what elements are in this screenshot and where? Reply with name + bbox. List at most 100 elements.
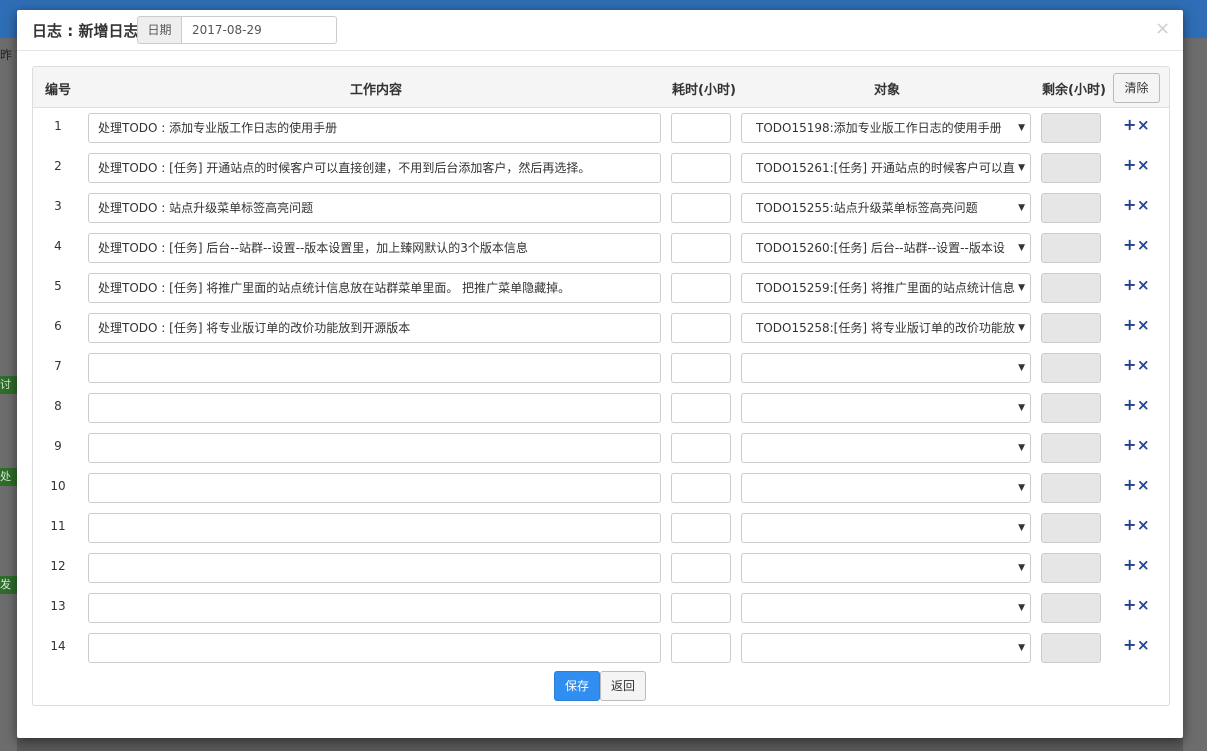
hours-input[interactable] xyxy=(671,433,731,463)
caret-down-icon: ▼ xyxy=(1018,563,1025,573)
row-number: 6 xyxy=(54,319,62,333)
hours-input[interactable] xyxy=(671,513,731,543)
work-content-input[interactable] xyxy=(88,513,661,543)
hours-input[interactable] xyxy=(671,553,731,583)
hours-input[interactable] xyxy=(671,313,731,343)
table-row: 8 ▼ + × xyxy=(33,387,1169,427)
target-select[interactable]: TODO15198:添加专业版工作日志的使用手册 ▼ xyxy=(741,113,1031,143)
target-select[interactable]: ▼ xyxy=(741,593,1031,623)
clear-button[interactable]: 清除 xyxy=(1113,73,1160,103)
work-content-input[interactable] xyxy=(88,433,661,463)
remaining-hours-field xyxy=(1041,393,1101,423)
work-content-input[interactable] xyxy=(88,633,661,663)
work-content-input[interactable]: 处理TODO : [任务] 后台--站群--设置--版本设置里，加上臻网默认的3… xyxy=(88,233,661,263)
hours-input[interactable] xyxy=(671,353,731,383)
caret-down-icon: ▼ xyxy=(1018,523,1025,533)
hours-input[interactable] xyxy=(671,393,731,423)
add-row-icon[interactable]: + xyxy=(1123,316,1136,334)
remaining-hours-field xyxy=(1041,553,1101,583)
target-select[interactable]: TODO15258:[任务] 将专业版订单的改价功能放 ▼ xyxy=(741,313,1031,343)
hours-input[interactable] xyxy=(671,233,731,263)
add-row-icon[interactable]: + xyxy=(1123,556,1136,574)
remove-row-icon[interactable]: × xyxy=(1137,476,1150,494)
caret-down-icon: ▼ xyxy=(1018,443,1025,453)
target-select[interactable]: ▼ xyxy=(741,513,1031,543)
table-row: 2 处理TODO : [任务] 开通站点的时候客户可以直接创建，不用到后台添加客户… xyxy=(33,147,1169,187)
add-row-icon[interactable]: + xyxy=(1123,276,1136,294)
row-number: 9 xyxy=(54,439,62,453)
background-right-strip xyxy=(1183,38,1207,751)
target-select[interactable]: ▼ xyxy=(741,393,1031,423)
hours-input[interactable] xyxy=(671,193,731,223)
hours-input[interactable] xyxy=(671,473,731,503)
target-select[interactable]: ▼ xyxy=(741,353,1031,383)
remove-row-icon[interactable]: × xyxy=(1137,156,1150,174)
target-select[interactable]: ▼ xyxy=(741,433,1031,463)
work-content-input[interactable]: 处理TODO : [任务] 将推广里面的站点统计信息放在站群菜单里面。 把推广菜… xyxy=(88,273,661,303)
hours-input[interactable] xyxy=(671,593,731,623)
row-number: 2 xyxy=(54,159,62,173)
add-row-icon[interactable]: + xyxy=(1123,236,1136,254)
add-row-icon[interactable]: + xyxy=(1123,436,1136,454)
remove-row-icon[interactable]: × xyxy=(1137,356,1150,374)
work-content-input[interactable]: 处理TODO : [任务] 将专业版订单的改价功能放到开源版本 xyxy=(88,313,661,343)
caret-down-icon: ▼ xyxy=(1018,283,1025,293)
remove-row-icon[interactable]: × xyxy=(1137,316,1150,334)
back-button[interactable]: 返回 xyxy=(600,671,646,701)
table-row: 9 ▼ + × xyxy=(33,427,1169,467)
work-content-input[interactable] xyxy=(88,553,661,583)
remaining-hours-field xyxy=(1041,593,1101,623)
work-content-input[interactable] xyxy=(88,593,661,623)
work-content-input[interactable]: 处理TODO : [任务] 开通站点的时候客户可以直接创建，不用到后台添加客户，… xyxy=(88,153,661,183)
target-select[interactable]: ▼ xyxy=(741,553,1031,583)
remove-row-icon[interactable]: × xyxy=(1137,636,1150,654)
hours-input[interactable] xyxy=(671,113,731,143)
remove-row-icon[interactable]: × xyxy=(1137,436,1150,454)
remaining-hours-field xyxy=(1041,353,1101,383)
target-select[interactable]: TODO15255:站点升级菜单标签高亮问题 ▼ xyxy=(741,193,1031,223)
remove-row-icon[interactable]: × xyxy=(1137,556,1150,574)
add-row-icon[interactable]: + xyxy=(1123,516,1136,534)
target-select[interactable]: ▼ xyxy=(741,473,1031,503)
row-number: 14 xyxy=(50,639,66,653)
remove-row-icon[interactable]: × xyxy=(1137,236,1150,254)
work-content-input[interactable] xyxy=(88,393,661,423)
caret-down-icon: ▼ xyxy=(1018,603,1025,613)
remove-row-icon[interactable]: × xyxy=(1137,516,1150,534)
add-row-icon[interactable]: + xyxy=(1123,116,1136,134)
background-tag: 讨议 xyxy=(0,376,17,394)
table-row: 13 ▼ + × xyxy=(33,587,1169,627)
add-row-icon[interactable]: + xyxy=(1123,356,1136,374)
target-select[interactable]: TODO15260:[任务] 后台--站群--设置--版本设 ▼ xyxy=(741,233,1031,263)
remove-row-icon[interactable]: × xyxy=(1137,196,1150,214)
add-row-icon[interactable]: + xyxy=(1123,596,1136,614)
target-select[interactable]: ▼ xyxy=(741,633,1031,663)
close-icon[interactable]: × xyxy=(1155,18,1170,39)
work-content-input[interactable] xyxy=(88,353,661,383)
remove-row-icon[interactable]: × xyxy=(1137,276,1150,294)
work-content-input[interactable]: 处理TODO : 添加专业版工作日志的使用手册 xyxy=(88,113,661,143)
save-button[interactable]: 保存 xyxy=(554,671,600,701)
add-row-icon[interactable]: + xyxy=(1123,476,1136,494)
date-input[interactable] xyxy=(181,16,337,44)
remove-row-icon[interactable]: × xyxy=(1137,116,1150,134)
log-table-panel: 编号 工作内容 耗时(小时) 对象 剩余(小时) 清除 1 处理TODO : 添加… xyxy=(32,66,1170,706)
remaining-hours-field xyxy=(1041,233,1101,263)
hours-input[interactable] xyxy=(671,153,731,183)
remove-row-icon[interactable]: × xyxy=(1137,396,1150,414)
hours-input[interactable] xyxy=(671,633,731,663)
table-row: 11 ▼ + × xyxy=(33,507,1169,547)
work-content-input[interactable] xyxy=(88,473,661,503)
target-select[interactable]: TODO15261:[任务] 开通站点的时候客户可以直 ▼ xyxy=(741,153,1031,183)
remove-row-icon[interactable]: × xyxy=(1137,596,1150,614)
target-select[interactable]: TODO15259:[任务] 将推广里面的站点统计信息 ▼ xyxy=(741,273,1031,303)
add-row-icon[interactable]: + xyxy=(1123,196,1136,214)
add-row-icon[interactable]: + xyxy=(1123,396,1136,414)
hours-input[interactable] xyxy=(671,273,731,303)
add-row-icon[interactable]: + xyxy=(1123,636,1136,654)
target-select-value: TODO15261:[任务] 开通站点的时候客户可以直 xyxy=(756,161,1015,175)
caret-down-icon: ▼ xyxy=(1018,243,1025,253)
add-row-icon[interactable]: + xyxy=(1123,156,1136,174)
work-content-input[interactable]: 处理TODO : 站点升级菜单标签高亮问题 xyxy=(88,193,661,223)
target-select-value: TODO15258:[任务] 将专业版订单的改价功能放 xyxy=(756,321,1015,335)
